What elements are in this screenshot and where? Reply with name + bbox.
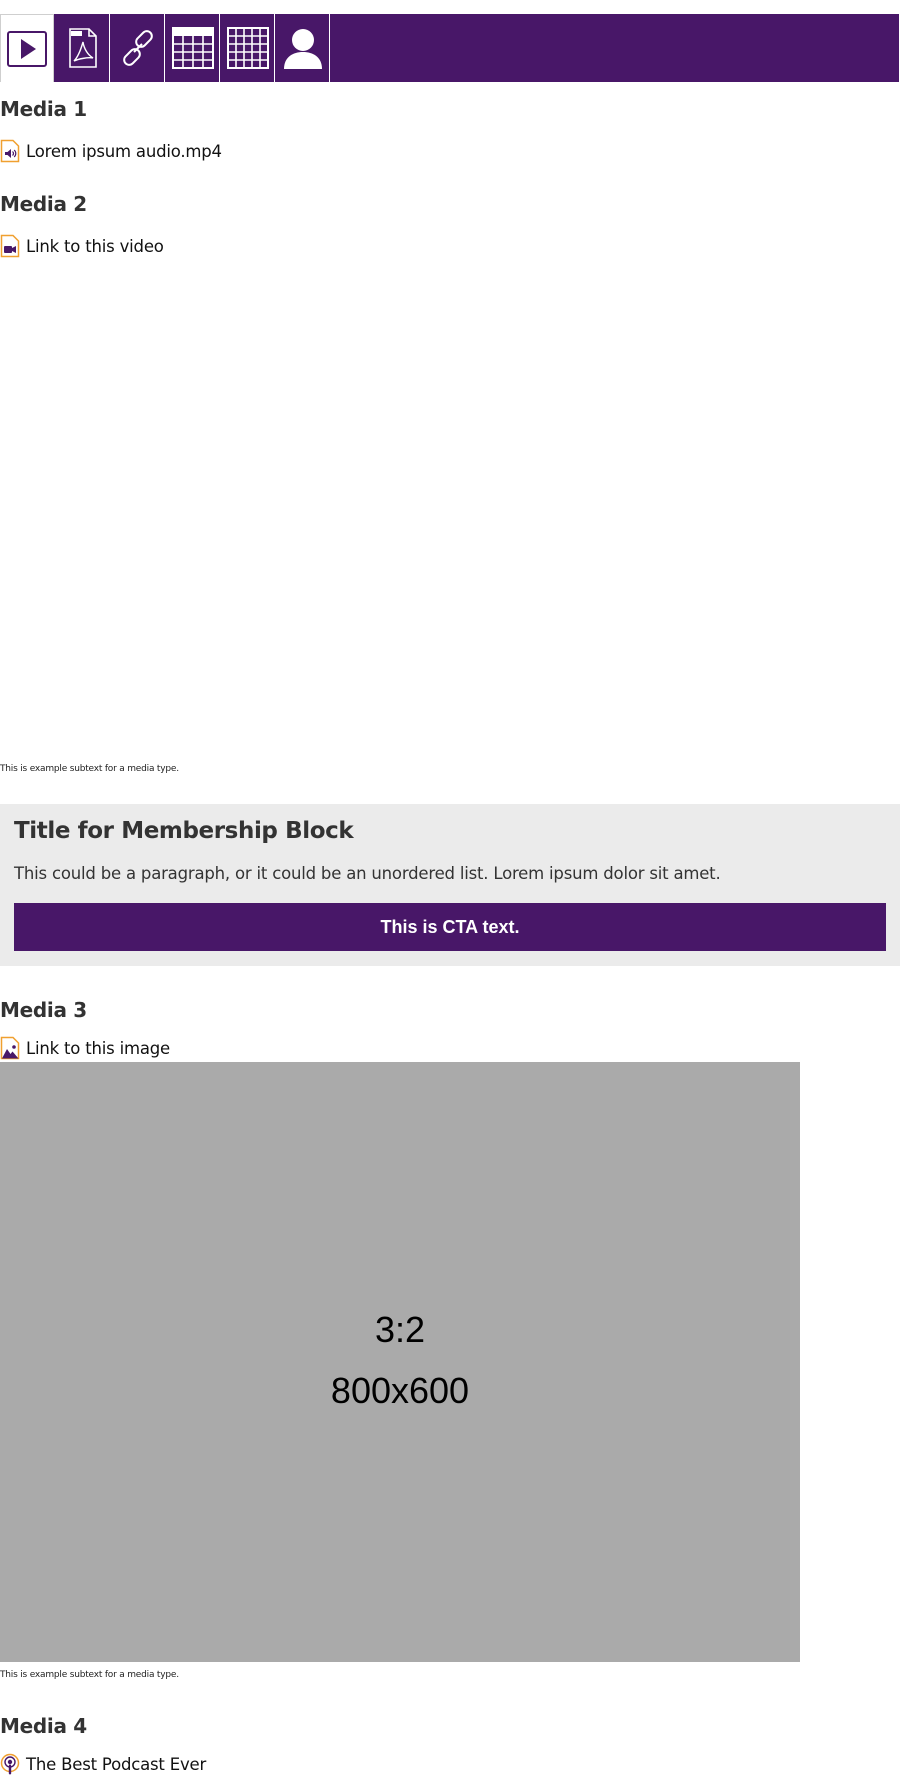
video-file-link-text[interactable]: Link to this video	[26, 237, 164, 256]
membership-paragraph: This could be a paragraph, or it could b…	[14, 864, 721, 883]
grid-icon	[226, 27, 269, 69]
pdf-icon	[68, 28, 97, 68]
tab-video[interactable]	[0, 14, 54, 82]
video-file-link[interactable]: Link to this video	[0, 234, 164, 258]
audio-file-link-text[interactable]: Lorem ipsum audio.mp4	[26, 142, 222, 161]
podcast-link-text[interactable]: The Best Podcast Ever	[26, 1755, 206, 1774]
image-placeholder: 3:2 800x600	[0, 1062, 800, 1662]
media-3-heading: Media 3	[0, 998, 87, 1022]
tab-person[interactable]	[276, 14, 330, 82]
media-4-heading: Media 4	[0, 1714, 87, 1738]
video-file-icon	[0, 234, 22, 258]
audio-file-link[interactable]: Lorem ipsum audio.mp4	[0, 139, 222, 163]
table-icon	[171, 27, 214, 69]
podcast-link[interactable]: The Best Podcast Ever	[0, 1752, 206, 1776]
image-file-icon	[0, 1036, 22, 1060]
membership-block: Title for Membership Block This could be…	[0, 804, 900, 966]
tab-link[interactable]	[111, 14, 165, 82]
media-2-subtext: This is example subtext for a media type…	[0, 764, 179, 774]
link-icon	[122, 30, 153, 66]
media-2-heading: Media 2	[0, 192, 87, 216]
cta-button[interactable]: This is CTA text.	[14, 903, 886, 951]
tab-grid[interactable]	[221, 14, 275, 82]
play-icon	[7, 30, 47, 67]
membership-title: Title for Membership Block	[14, 818, 354, 844]
podcast-icon	[0, 1752, 22, 1776]
tab-pdf[interactable]	[56, 14, 110, 82]
audio-file-icon	[0, 139, 22, 163]
person-icon	[283, 29, 322, 69]
media-3-subtext: This is example subtext for a media type…	[0, 1670, 179, 1680]
placeholder-ratio: 3:2	[374, 1309, 426, 1350]
placeholder-size: 800x600	[330, 1370, 470, 1411]
tab-table[interactable]	[166, 14, 220, 82]
media-type-toolbar	[0, 14, 900, 82]
image-file-link-text[interactable]: Link to this image	[26, 1039, 170, 1058]
image-file-link[interactable]: Link to this image	[0, 1036, 170, 1060]
media-1-heading: Media 1	[0, 97, 87, 121]
